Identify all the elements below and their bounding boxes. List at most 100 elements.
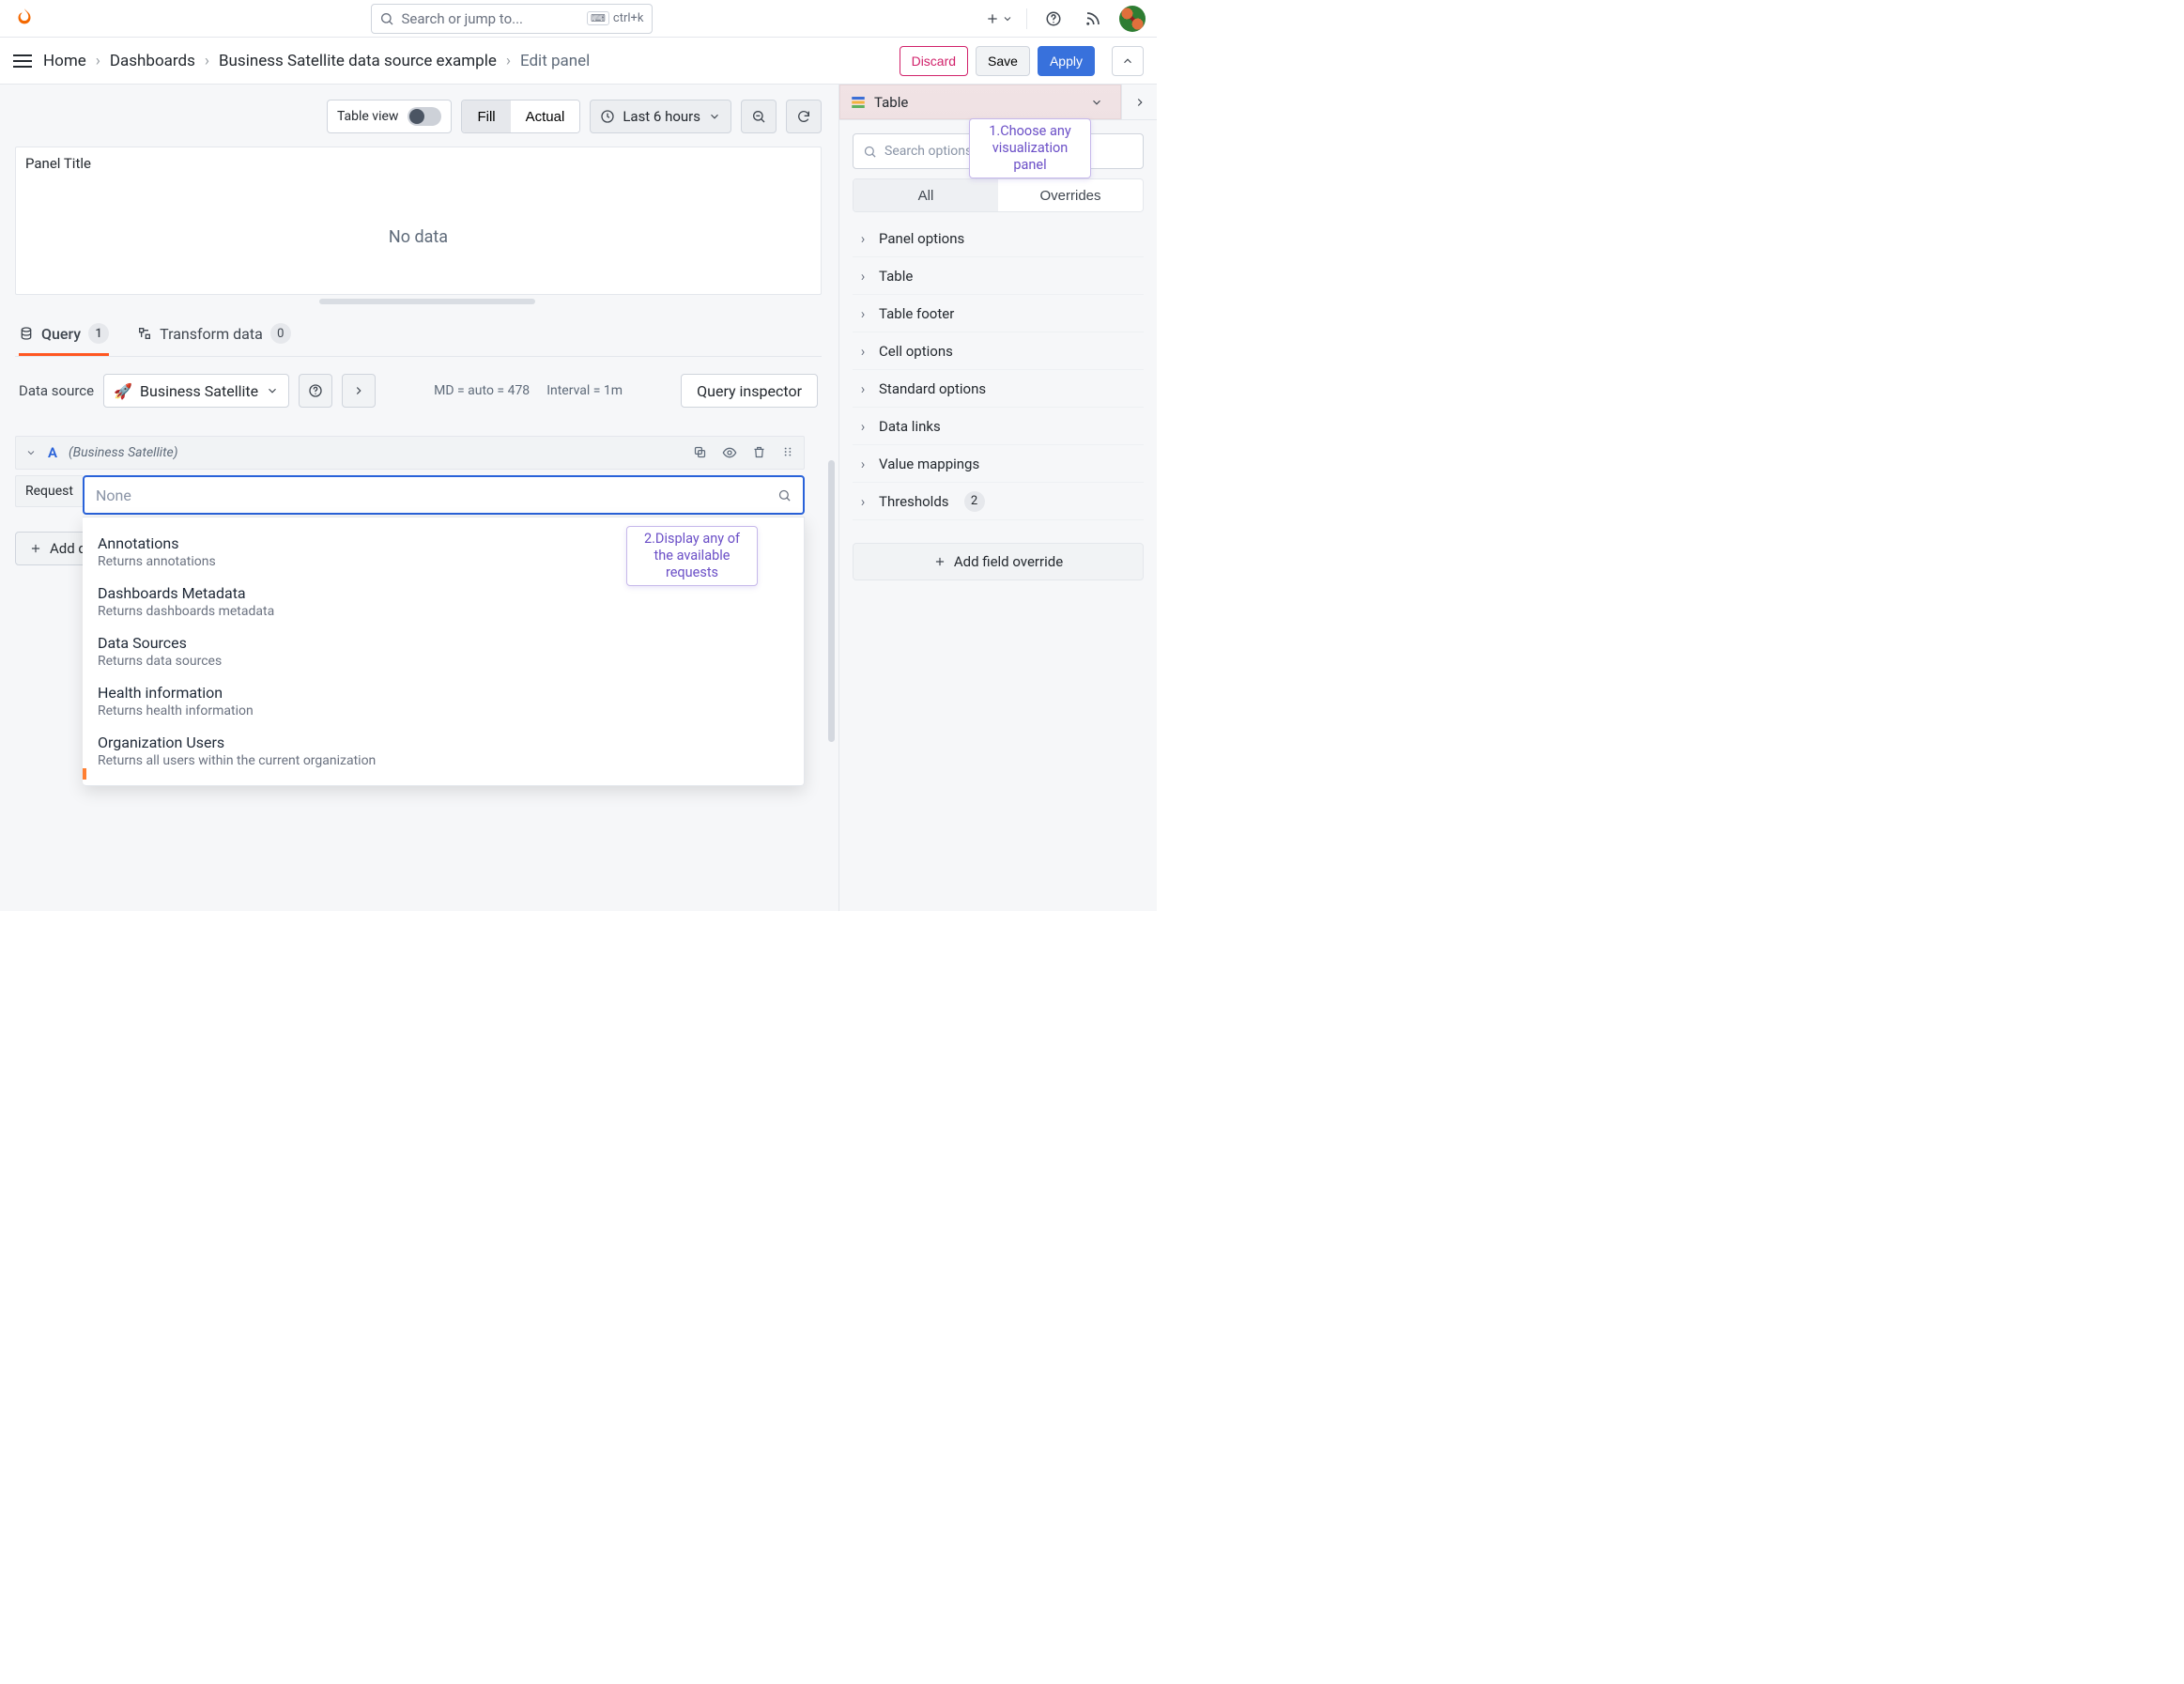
tab-query-count: 1 — [88, 323, 109, 344]
scrollbar[interactable] — [828, 460, 835, 742]
time-range-picker[interactable]: Last 6 hours — [590, 100, 731, 133]
menu-toggle[interactable] — [13, 54, 32, 68]
keyboard-icon: ⌨ — [587, 11, 609, 25]
refresh-button[interactable] — [786, 100, 822, 133]
tab-overrides[interactable]: Overrides — [998, 179, 1143, 211]
option-group-panel-options[interactable]: ›Panel options — [853, 220, 1144, 257]
duplicate-query-button[interactable] — [693, 445, 707, 460]
search-icon — [379, 11, 394, 26]
query-ref-id[interactable]: A — [48, 444, 57, 461]
option-group-value-mappings[interactable]: ›Value mappings — [853, 445, 1144, 483]
avatar[interactable] — [1119, 6, 1146, 32]
fill-actual-segment: Fill Actual — [461, 100, 580, 133]
md-info: MD = auto = 478 — [434, 383, 530, 398]
global-search[interactable]: Search or jump to... ⌨ ctrl+k — [371, 4, 653, 34]
plus-icon — [933, 555, 946, 568]
copy-icon — [693, 445, 707, 459]
transform-icon — [137, 326, 152, 341]
panel-title: Panel Title — [16, 147, 821, 179]
request-option[interactable]: Annotations Returns annotations — [83, 527, 804, 577]
grafana-logo — [11, 6, 38, 32]
table-icon — [850, 94, 867, 111]
chevron-right-icon — [352, 384, 365, 397]
tab-transform-label: Transform data — [160, 325, 263, 343]
divider — [1026, 8, 1027, 29]
eye-icon — [722, 445, 737, 460]
crumb-dashboard[interactable]: Business Satellite data source example — [219, 52, 497, 70]
time-range-label: Last 6 hours — [623, 108, 700, 125]
search-placeholder: Search or jump to... — [402, 10, 580, 27]
data-source-label: Data source — [19, 382, 94, 399]
chevron-up-icon — [1121, 54, 1134, 68]
request-option[interactable]: Health information Returns health inform… — [83, 676, 804, 726]
fill-button[interactable]: Fill — [462, 100, 510, 132]
query-inspector-button[interactable]: Query inspector — [681, 374, 818, 408]
save-button[interactable]: Save — [976, 46, 1030, 76]
add-field-override-button[interactable]: Add field override — [853, 543, 1144, 580]
refresh-icon — [796, 109, 811, 124]
tab-query-label: Query — [41, 325, 81, 343]
chevron-down-icon — [1002, 13, 1013, 24]
breadcrumb: Home › Dashboards › Business Satellite d… — [43, 52, 590, 70]
help-button[interactable] — [1040, 6, 1067, 32]
news-button[interactable] — [1080, 6, 1106, 32]
table-view-label: Table view — [337, 109, 399, 124]
data-source-name: Business Satellite — [140, 382, 258, 400]
data-source-picker[interactable]: 🚀 Business Satellite — [103, 374, 289, 408]
search-kbd-hint: ⌨ ctrl+k — [587, 11, 643, 25]
table-view-toggle[interactable]: Table view — [327, 100, 453, 133]
discard-button[interactable]: Discard — [900, 46, 968, 76]
toggle-query-visibility-button[interactable] — [722, 445, 737, 460]
clock-icon — [600, 109, 615, 124]
request-label: Request — [15, 475, 83, 507]
option-group-thresholds[interactable]: › Thresholds 2 — [853, 483, 1144, 520]
actual-button[interactable]: Actual — [511, 100, 580, 132]
query-collapse-toggle[interactable] — [25, 447, 37, 458]
tab-query[interactable]: Query 1 — [19, 323, 109, 356]
datasource-help-button[interactable] — [299, 374, 332, 408]
request-option[interactable]: Organization Users Returns all users wit… — [83, 726, 804, 776]
crumb-dashboards[interactable]: Dashboards — [110, 52, 195, 70]
query-row: A (Business Satellite) — [15, 436, 805, 470]
request-select[interactable]: None — [83, 475, 805, 515]
viz-expand-button[interactable] — [1121, 85, 1157, 119]
database-icon — [19, 326, 34, 341]
chevron-right-icon — [1133, 96, 1146, 109]
panel-empty-state: No data — [16, 179, 821, 294]
switch-icon — [408, 107, 441, 126]
query-options-expand[interactable] — [342, 374, 376, 408]
visualization-picker[interactable]: Table — [839, 85, 1121, 119]
request-option[interactable]: Data Sources Returns data sources — [83, 626, 804, 676]
options-tabs: All Overrides — [853, 178, 1144, 212]
option-group-data-links[interactable]: ›Data links — [853, 408, 1144, 445]
crumb-current: Edit panel — [520, 52, 590, 70]
search-icon — [863, 145, 877, 159]
help-icon — [308, 383, 323, 398]
zoom-out-icon — [751, 109, 766, 124]
request-value: None — [96, 487, 131, 504]
search-icon — [777, 488, 792, 502]
visualization-name: Table — [874, 94, 908, 111]
option-group-table-footer[interactable]: ›Table footer — [853, 295, 1144, 332]
tab-transform[interactable]: Transform data 0 — [137, 323, 291, 356]
panel-preview: Panel Title No data — [15, 147, 822, 295]
search-options-input[interactable]: Search options — [853, 133, 1144, 169]
tab-transform-count: 0 — [270, 323, 291, 344]
search-options-placeholder: Search options — [884, 144, 972, 159]
request-option[interactable]: Dashboards Metadata Returns dashboards m… — [83, 577, 804, 626]
drag-query-handle[interactable] — [781, 445, 794, 460]
apply-button[interactable]: Apply — [1038, 46, 1095, 76]
collapse-sidebar-button[interactable] — [1112, 46, 1144, 76]
crumb-home[interactable]: Home — [43, 52, 86, 70]
add-menu-button[interactable] — [985, 6, 1013, 32]
option-group-cell-options[interactable]: ›Cell options — [853, 332, 1144, 370]
remove-query-button[interactable] — [752, 445, 766, 460]
trash-icon — [752, 445, 766, 459]
option-group-standard-options[interactable]: ›Standard options — [853, 370, 1144, 408]
request-dropdown: Annotations Returns annotations Dashboar… — [83, 517, 805, 786]
zoom-out-button[interactable] — [741, 100, 777, 133]
plus-icon — [29, 542, 42, 555]
tab-all[interactable]: All — [854, 179, 998, 211]
option-group-table[interactable]: ›Table — [853, 257, 1144, 295]
thresholds-count: 2 — [964, 491, 985, 512]
